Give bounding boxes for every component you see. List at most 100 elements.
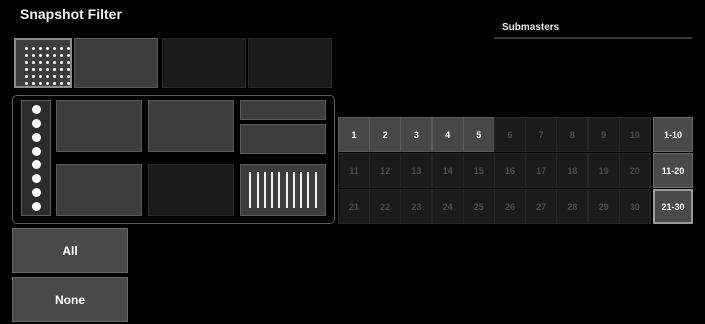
filter-tile-4[interactable] <box>248 38 332 88</box>
filter-tile-7[interactable] <box>240 100 326 120</box>
submaster-cell-12[interactable]: 12 <box>369 153 402 188</box>
filter-tile-10[interactable] <box>148 164 234 216</box>
bar-icon <box>285 172 288 208</box>
submaster-grid: 1 2 3 4 5 6 7 8 9 10 11 12 13 14 15 16 17 18 19 20 21 22 23 24 2… <box>338 117 651 225</box>
dot-icon <box>32 61 35 64</box>
page-11-20-button[interactable]: 11-20 <box>653 153 693 188</box>
bar-icon <box>307 172 310 208</box>
submasters-title: Submasters <box>502 22 560 33</box>
submaster-cell-14[interactable]: 14 <box>431 153 464 188</box>
submaster-cell-9[interactable]: 9 <box>587 117 620 152</box>
dot-icon <box>25 82 28 85</box>
dot-icon <box>67 61 70 64</box>
submaster-cell-2[interactable]: 2 <box>369 117 402 152</box>
dot-icon <box>46 68 49 71</box>
dot-icon <box>39 47 42 50</box>
dot-icon <box>31 119 41 129</box>
submaster-cell-18[interactable]: 18 <box>556 153 589 188</box>
submaster-cell-16[interactable]: 16 <box>494 153 526 188</box>
bar-icon <box>256 172 259 208</box>
submaster-cell-29[interactable]: 29 <box>587 189 620 224</box>
bar-icon <box>300 172 303 208</box>
dot-icon <box>39 68 42 71</box>
submaster-cell-28[interactable]: 28 <box>556 189 589 224</box>
submaster-cell-22[interactable]: 22 <box>369 189 402 224</box>
submaster-cell-20[interactable]: 20 <box>618 153 651 188</box>
dot-icon <box>60 47 63 50</box>
dot-icon <box>46 54 49 57</box>
dot-icon <box>39 75 42 78</box>
submaster-cell-23[interactable]: 23 <box>400 189 433 224</box>
submaster-cell-7[interactable]: 7 <box>525 117 558 152</box>
submaster-cell-1[interactable]: 1 <box>338 117 370 152</box>
submaster-cell-11[interactable]: 11 <box>338 153 370 188</box>
filter-tile-8[interactable] <box>240 124 326 154</box>
dot-icon <box>39 54 42 57</box>
dot-icon <box>60 68 63 71</box>
dot-icon <box>60 54 63 57</box>
dot-icon <box>32 47 35 50</box>
dot-icon <box>25 47 28 50</box>
dot-icon <box>31 187 41 197</box>
page-title: Snapshot Filter <box>20 6 122 22</box>
bar-icon <box>278 172 281 208</box>
none-button[interactable]: None <box>12 277 128 322</box>
dot-icon <box>53 47 56 50</box>
filter-tile-6[interactable] <box>148 100 234 152</box>
submaster-cell-10[interactable]: 10 <box>618 117 651 152</box>
dot-icon <box>39 61 42 64</box>
filter-tile-9[interactable] <box>56 164 142 216</box>
dot-icon <box>31 146 41 156</box>
dot-icon <box>67 82 70 85</box>
submaster-cell-15[interactable]: 15 <box>462 153 495 188</box>
page-1-10-button[interactable]: 1-10 <box>653 117 693 152</box>
page-21-30-button[interactable]: 21-30 <box>653 189 693 224</box>
dot-icon <box>46 82 49 85</box>
submaster-cell-30[interactable]: 30 <box>618 189 651 224</box>
bar-icon <box>249 172 252 208</box>
dot-icon <box>53 68 56 71</box>
filter-tile-2[interactable] <box>74 38 158 88</box>
dot-icon <box>67 68 70 71</box>
dot-icon <box>32 82 35 85</box>
dot-icon <box>31 132 41 142</box>
submasters-divider <box>494 37 692 39</box>
filter-tile-5[interactable] <box>56 100 142 152</box>
dot-icon <box>32 68 35 71</box>
dot-icon <box>32 54 35 57</box>
submaster-cell-26[interactable]: 26 <box>494 189 526 224</box>
submaster-cell-13[interactable]: 13 <box>400 153 433 188</box>
submaster-cell-3[interactable]: 3 <box>400 117 433 152</box>
dot-icon <box>67 47 70 50</box>
dot-icon <box>67 75 70 78</box>
dot-icon <box>31 201 41 211</box>
dot-icon <box>25 68 28 71</box>
dot-icon <box>60 61 63 64</box>
submaster-cell-24[interactable]: 24 <box>431 189 464 224</box>
submaster-cell-8[interactable]: 8 <box>556 117 589 152</box>
submaster-cell-5[interactable]: 5 <box>462 117 495 152</box>
all-button[interactable]: All <box>12 228 128 273</box>
filter-tile-3[interactable] <box>162 38 246 88</box>
dot-icon <box>46 47 49 50</box>
submaster-cell-17[interactable]: 17 <box>525 153 558 188</box>
dot-icon <box>39 82 42 85</box>
dot-icon <box>25 75 28 78</box>
dot-icon <box>25 61 28 64</box>
dots-strip-filter-tile[interactable] <box>21 100 51 216</box>
submaster-cell-4[interactable]: 4 <box>431 117 464 152</box>
submaster-cell-27[interactable]: 27 <box>525 189 558 224</box>
dot-icon <box>60 75 63 78</box>
bar-icon <box>263 172 266 208</box>
submaster-cell-6[interactable]: 6 <box>494 117 526 152</box>
bars-filter-tile[interactable] <box>240 164 326 216</box>
dot-icon <box>31 160 41 170</box>
submaster-cell-21[interactable]: 21 <box>338 189 370 224</box>
bar-icon <box>314 172 317 208</box>
dot-icon <box>53 54 56 57</box>
bar-icon <box>292 172 295 208</box>
dot-icon <box>46 61 49 64</box>
grid-dots-filter-tile[interactable] <box>14 38 77 88</box>
submaster-cell-19[interactable]: 19 <box>587 153 620 188</box>
submaster-cell-25[interactable]: 25 <box>462 189 495 224</box>
